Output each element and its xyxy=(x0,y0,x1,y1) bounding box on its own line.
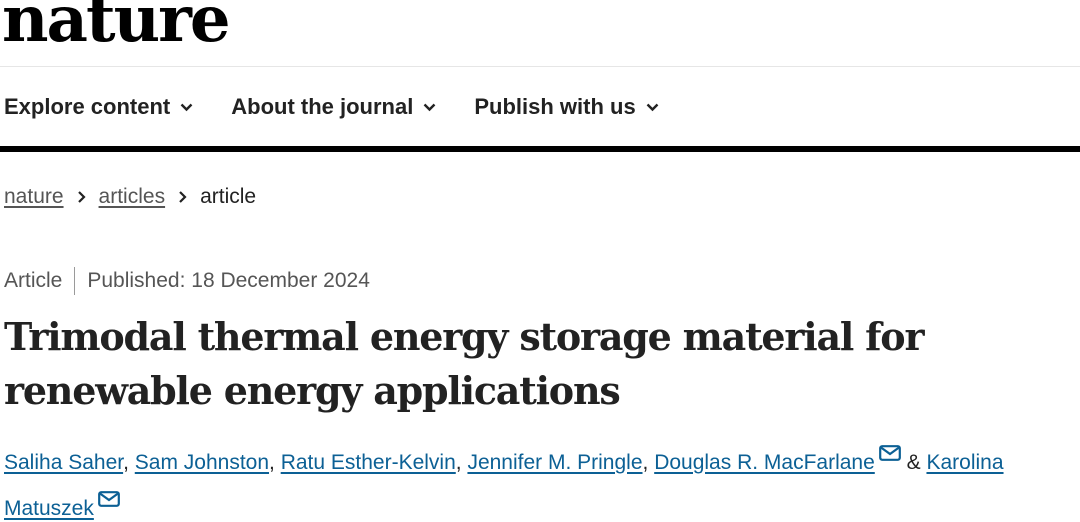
author-link[interactable]: Douglas R. MacFarlane xyxy=(654,451,875,474)
nav-item-label: Explore content xyxy=(4,94,171,119)
meta-divider xyxy=(74,267,76,295)
chevron-down-icon xyxy=(646,103,659,111)
author-list: Saliha Saher, Sam Johnston, Ratu Esther-… xyxy=(4,440,1078,522)
nature-logo[interactable]: nature xyxy=(2,0,231,52)
author-link[interactable]: Saliha Saher xyxy=(4,451,123,474)
author-separator: , xyxy=(269,451,281,474)
breadcrumb: nature articles article xyxy=(4,185,256,209)
article-meta: Article Published: 18 December 2024 xyxy=(4,267,370,295)
nav-item-label: Publish with us xyxy=(474,94,636,119)
header-divider xyxy=(0,66,1080,67)
author-separator: & xyxy=(900,451,927,474)
nav-explore-content[interactable]: Explore content xyxy=(4,94,193,120)
author-link[interactable]: Sam Johnston xyxy=(135,451,269,474)
breadcrumb-nature[interactable]: nature xyxy=(4,185,64,209)
mail-icon[interactable] xyxy=(878,445,901,461)
chevron-down-icon xyxy=(423,103,436,111)
chevron-right-icon xyxy=(179,191,187,203)
chevron-down-icon xyxy=(180,103,193,111)
breadcrumb-current: article xyxy=(200,185,257,208)
article-type: Article xyxy=(4,269,63,292)
nav-item-label: About the journal xyxy=(231,94,414,119)
author-separator: , xyxy=(123,451,135,474)
author-separator: , xyxy=(642,451,655,474)
chevron-right-icon xyxy=(77,191,86,203)
author-separator: , xyxy=(455,451,468,474)
breadcrumb-articles[interactable]: articles xyxy=(99,185,166,209)
author-link[interactable]: Jennifer M. Pringle xyxy=(467,451,642,474)
nav-about-the-journal[interactable]: About the journal xyxy=(231,94,436,120)
publish-date: Published: 18 December 2024 xyxy=(87,269,370,292)
article-title: Trimodal thermal energy storage material… xyxy=(4,314,924,413)
mail-icon[interactable] xyxy=(97,491,120,507)
nav-publish-with-us[interactable]: Publish with us xyxy=(474,94,659,120)
nav-divider xyxy=(0,146,1080,152)
main-nav: Explore content About the journal Publis… xyxy=(4,92,697,122)
author-link[interactable]: Ratu Esther-Kelvin xyxy=(281,451,456,474)
